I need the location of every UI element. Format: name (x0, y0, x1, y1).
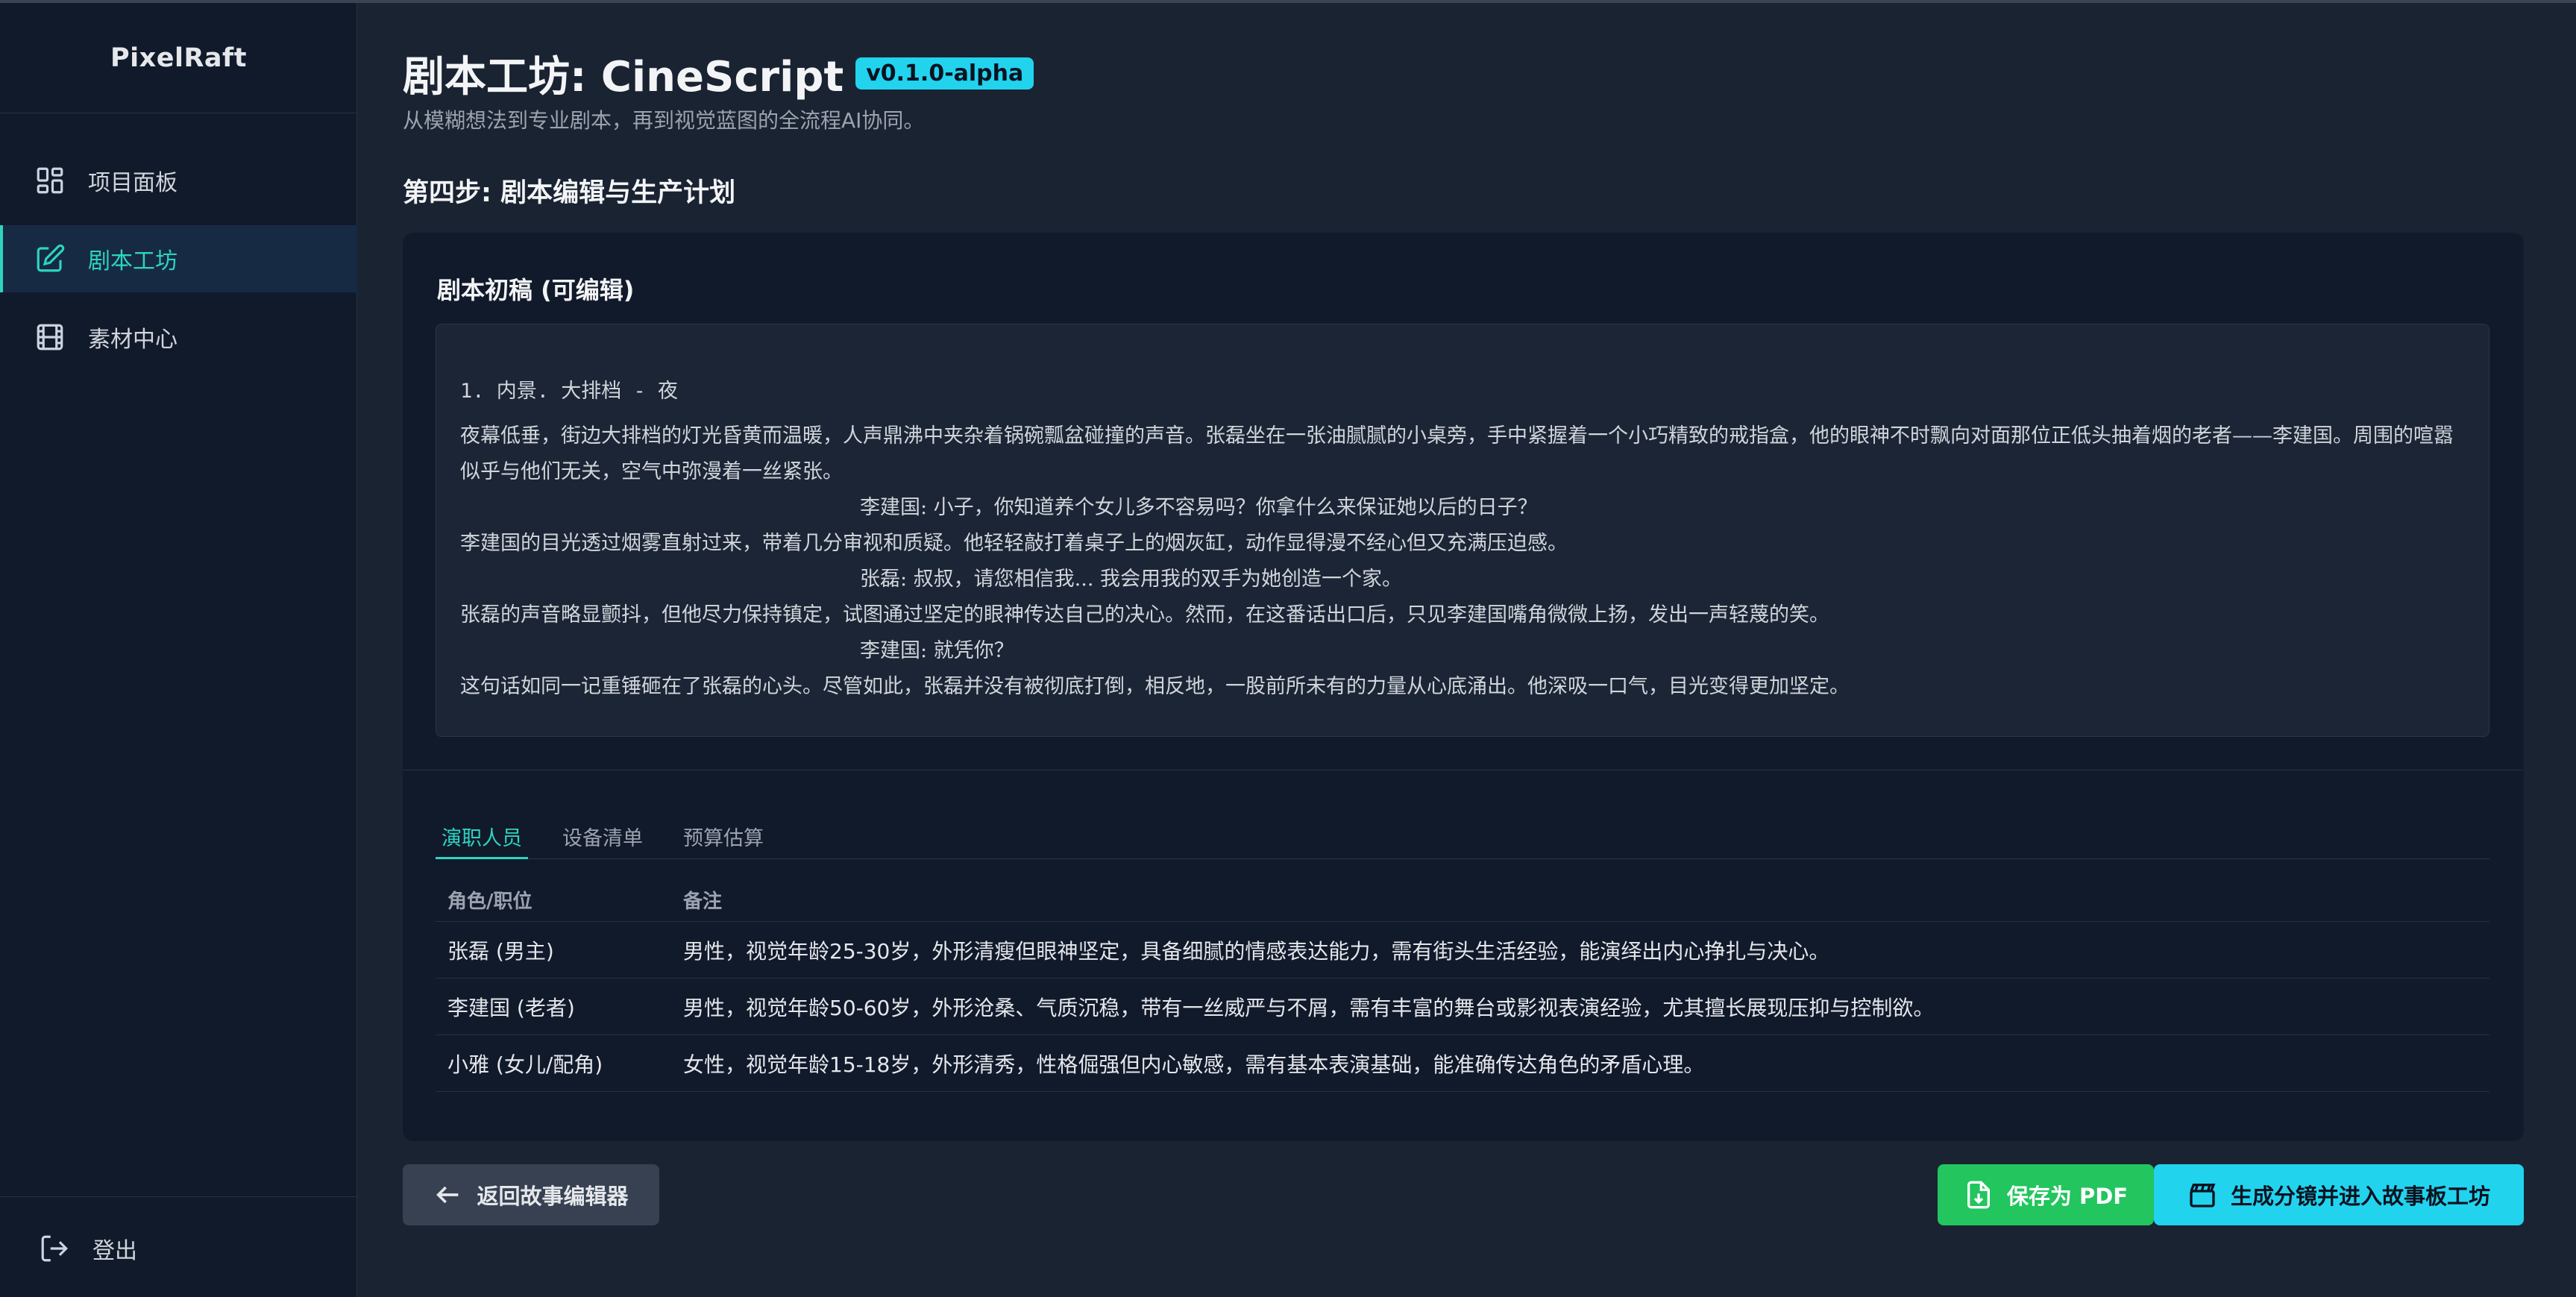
sidebar-item-label: 素材中心 (88, 327, 178, 353)
cell-notes: 男性，视觉年龄50-60岁，外形沧桑、气质沉稳，带有一丝威严与不屑，需有丰富的舞… (683, 995, 1935, 1020)
script-action-line: 夜幕低垂，街边大排档的灯光昏黄而温暖，人声鼎沸中夹杂着锅碗瓢盆碰撞的声音。张磊坐… (460, 424, 2454, 483)
back-to-story-editor-button[interactable]: 返回故事编辑器 (403, 1164, 659, 1225)
script-action-line: 张磊的声音略显颤抖，但他尽力保持镇定，试图通过坚定的眼神传达自己的决心。然而，在… (460, 603, 1829, 626)
column-header-role: 角色/职位 (447, 891, 533, 913)
sidebar-item-script-workshop[interactable]: 剧本工坊 (0, 225, 357, 292)
page-header: 剧本工坊: CineScript v0.1.0-alpha (403, 43, 1034, 104)
top-border (0, 0, 2576, 3)
cell-role: 李建国 (老者) (447, 995, 575, 1020)
tab-cast[interactable]: 演职人员 (436, 805, 528, 859)
arrow-left-icon (433, 1180, 463, 1210)
step-title: 第四步: 剧本编辑与生产计划 (403, 178, 736, 208)
table-row: 小雅 (女儿/配角) 女性，视觉年龄15-18岁，外形清秀，性格倔强但内心敏感，… (436, 1035, 2489, 1092)
tab-equipment[interactable]: 设备清单 (556, 805, 649, 859)
brand-logo[interactable]: PixelRaft (0, 3, 357, 113)
film-icon (34, 321, 66, 353)
table-row: 张磊 (男主) 男性，视觉年龄25-30岁，外形清瘦但眼神坚定，具备细腻的情感表… (436, 922, 2489, 979)
file-download-icon (1964, 1180, 1994, 1210)
table-header-row: 角色/职位 备注 (436, 879, 2489, 922)
script-dialog-line: 李建国: 就凭你？ (860, 639, 1014, 662)
tab-budget[interactable]: 预算估算 (677, 805, 770, 859)
sidebar-item-project-dashboard[interactable]: 项目面板 (0, 147, 357, 214)
cell-role: 张磊 (男主) (447, 938, 554, 964)
script-editor[interactable]: 1. 内景. 大排档 - 夜 夜幕低垂，街边大排档的灯光昏黄而温暖，人声鼎沸中夹… (436, 324, 2489, 737)
dashboard-icon (34, 165, 66, 196)
generate-storyboard-label: 生成分镜并进入故事板工坊 (2230, 1184, 2490, 1209)
cast-table: 角色/职位 备注 张磊 (男主) 男性，视觉年龄25-30岁，外形清瘦但眼神坚定… (436, 879, 2489, 1092)
sidebar-divider (0, 1196, 357, 1197)
edit-icon (34, 243, 66, 274)
sidebar-item-asset-center[interactable]: 素材中心 (0, 304, 357, 371)
brand-name: PixelRaft (110, 43, 247, 73)
save-pdf-button[interactable]: 保存为 PDF (1938, 1164, 2154, 1225)
clapperboard-icon (2187, 1180, 2217, 1210)
script-dialog-line: 张磊: 叔叔，请您相信我... 我会用我的双手为她创造一个家。 (860, 568, 1403, 591)
script-action-line: 李建国的目光透过烟雾直射过来，带着几分审视和质疑。他轻轻敲打着桌子上的烟灰缸，动… (460, 532, 1568, 555)
production-tabs: 演职人员 设备清单 预算估算 (436, 805, 2489, 859)
sidebar: PixelRaft 项目面板 剧本工坊 素材中心 登出 (0, 3, 357, 1297)
cell-role: 小雅 (女儿/配角) (447, 1052, 603, 1077)
script-card: 剧本初稿 (可编辑) 1. 内景. 大排档 - 夜 夜幕低垂，街边大排档的灯光昏… (403, 233, 2524, 1141)
logout-label: 登出 (92, 1238, 137, 1264)
logout-button[interactable]: 登出 (0, 1219, 357, 1278)
table-row: 李建国 (老者) 男性，视觉年龄50-60岁，外形沧桑、气质沉稳，带有一丝威严与… (436, 979, 2489, 1035)
script-dialog-line: 李建国: 小子，你知道养个女儿多不容易吗？你拿什么来保证她以后的日子？ (860, 496, 1538, 519)
save-pdf-label: 保存为 PDF (2006, 1184, 2129, 1209)
version-badge: v0.1.0-alpha (855, 57, 1034, 89)
page-title: 剧本工坊: CineScript (403, 53, 844, 101)
cell-notes: 女性，视觉年龄15-18岁，外形清秀，性格倔强但内心敏感，需有基本表演基础，能准… (683, 1052, 1705, 1077)
sidebar-item-label: 项目面板 (88, 170, 178, 196)
scene-heading: 1. 内景. 大排档 - 夜 (460, 380, 679, 403)
sidebar-item-label: 剧本工坊 (88, 248, 178, 274)
column-header-notes: 备注 (683, 891, 723, 913)
back-button-label: 返回故事编辑器 (477, 1184, 629, 1209)
script-action-line: 这句话如同一记重锤砸在了张磊的心头。尽管如此，张磊并没有被彻底打倒，相反地，一股… (460, 675, 1850, 698)
logout-icon (39, 1233, 70, 1264)
app-root: PixelRaft 项目面板 剧本工坊 素材中心 登出 剧本工坊: CineSc… (0, 0, 2576, 1297)
generate-storyboard-button[interactable]: 生成分镜并进入故事板工坊 (2154, 1164, 2524, 1225)
cell-notes: 男性，视觉年龄25-30岁，外形清瘦但眼神坚定，具备细腻的情感表达能力，需有街头… (683, 938, 1830, 964)
page-subtitle: 从模糊想法到专业剧本，再到视觉蓝图的全流程AI协同。 (403, 108, 925, 133)
script-card-title: 剧本初稿 (可编辑) (437, 276, 635, 304)
